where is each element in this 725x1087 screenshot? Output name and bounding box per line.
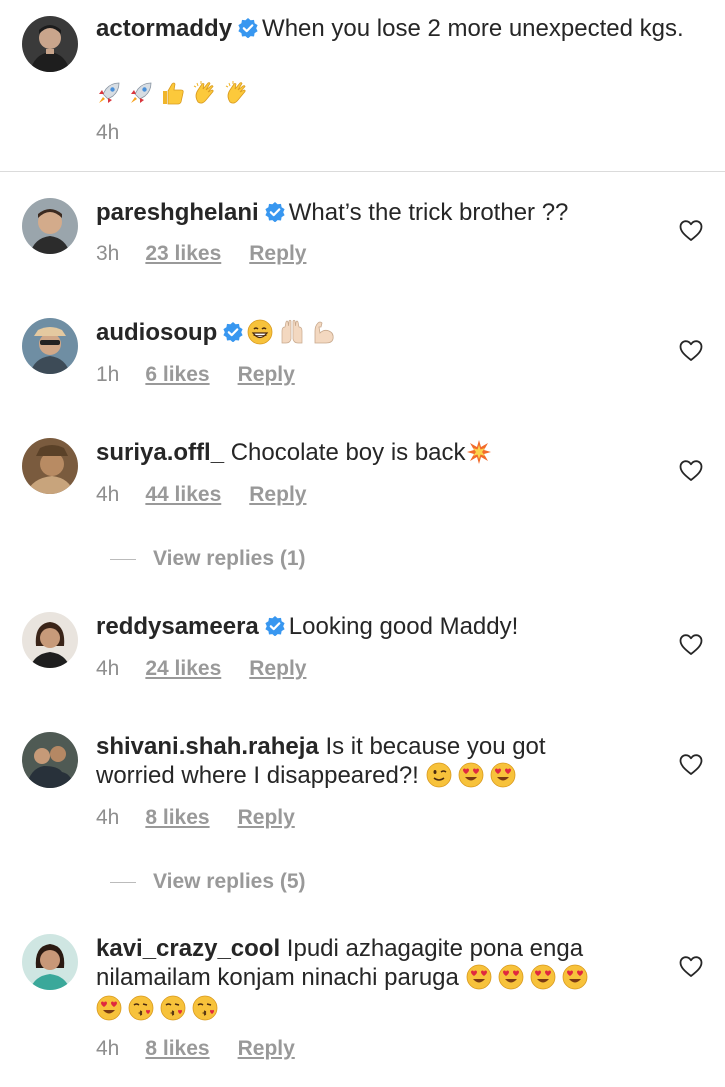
- heart-eyes-icon: [96, 995, 122, 1021]
- heart-eyes-icon: [490, 762, 516, 788]
- comment-username[interactable]: suriya.offl_: [96, 439, 224, 466]
- reply-button[interactable]: Reply: [249, 483, 306, 507]
- kissing-face-icon: [128, 995, 154, 1021]
- reply-button[interactable]: Reply: [238, 1037, 295, 1061]
- comment-meta: 4h 24 likes Reply: [96, 657, 306, 681]
- avatar[interactable]: [22, 16, 78, 72]
- view-replies-line: [110, 881, 136, 883]
- avatar[interactable]: [22, 198, 78, 254]
- comment-text-block: reddysameera Looking good Maddy!: [96, 612, 666, 641]
- clapping-hands-icon: [224, 80, 250, 106]
- comment-meta: 4h 8 likes Reply: [96, 806, 295, 830]
- view-replies-line: [110, 558, 136, 560]
- heart-eyes-icon: [458, 762, 484, 788]
- rocket-icon: [96, 80, 122, 106]
- clapping-hands-icon: [192, 80, 218, 106]
- like-heart-icon[interactable]: [679, 753, 703, 777]
- reply-button[interactable]: Reply: [238, 363, 295, 387]
- rocket-icon: [128, 80, 154, 106]
- caption-text: When you lose 2 more unexpected kgs.: [262, 15, 684, 42]
- thumbs-up-icon: [160, 80, 186, 106]
- comment-time: 4h: [96, 483, 120, 506]
- flexed-biceps-icon: [311, 319, 337, 345]
- like-heart-icon[interactable]: [679, 339, 703, 363]
- likes-link[interactable]: 23 likes: [145, 242, 221, 266]
- kissing-face-icon: [160, 995, 186, 1021]
- reply-button[interactable]: Reply: [238, 806, 295, 830]
- heart-eyes-icon: [466, 964, 492, 990]
- caption-username[interactable]: actormaddy: [96, 15, 232, 42]
- comment-username[interactable]: kavi_crazy_cool: [96, 935, 280, 962]
- view-replies-button[interactable]: View replies (5): [110, 870, 306, 894]
- raising-hands-icon: [279, 319, 305, 345]
- comment-time: 4h: [96, 657, 120, 680]
- comment-meta: 4h 8 likes Reply: [96, 1037, 295, 1061]
- like-heart-icon[interactable]: [679, 955, 703, 979]
- reply-button[interactable]: Reply: [249, 657, 306, 681]
- comment-time: 4h: [96, 806, 120, 829]
- likes-link[interactable]: 24 likes: [145, 657, 221, 681]
- comment-text: Looking good Maddy!: [288, 613, 519, 640]
- likes-link[interactable]: 6 likes: [145, 363, 209, 387]
- comment-text-block: audiosoup: [96, 318, 666, 347]
- comment-emoji-line: [96, 995, 224, 1021]
- heart-eyes-icon: [530, 964, 556, 990]
- comment-username[interactable]: shivani.shah.raheja: [96, 733, 319, 760]
- comment-text-block: suriya.offl_ Chocolate boy is back: [96, 438, 666, 467]
- comment-time: 4h: [96, 1037, 120, 1060]
- grinning-face-icon: [247, 319, 273, 345]
- collision-icon: [466, 439, 492, 465]
- comment-meta: 1h 6 likes Reply: [96, 363, 295, 387]
- likes-link[interactable]: 8 likes: [145, 806, 209, 830]
- avatar[interactable]: [22, 732, 78, 788]
- caption-time: 4h: [96, 121, 120, 144]
- comment-username[interactable]: reddysameera: [96, 613, 259, 640]
- comment-meta: 4h 44 likes Reply: [96, 483, 306, 507]
- verified-badge-icon: [265, 616, 285, 636]
- avatar[interactable]: [22, 934, 78, 990]
- caption: actormaddy When you lose 2 more unexpecte…: [0, 0, 725, 171]
- heart-eyes-icon: [562, 964, 588, 990]
- like-heart-icon[interactable]: [679, 459, 703, 483]
- like-heart-icon[interactable]: [679, 219, 703, 243]
- kissing-face-icon: [192, 995, 218, 1021]
- caption-emojis: [96, 80, 256, 106]
- comment-username[interactable]: audiosoup: [96, 319, 217, 346]
- view-replies-label: View replies (1): [153, 547, 306, 570]
- winking-face-icon: [426, 762, 452, 788]
- avatar[interactable]: [22, 438, 78, 494]
- comment-text: Chocolate boy is back: [230, 439, 466, 466]
- comment-username[interactable]: pareshghelani: [96, 199, 259, 226]
- verified-badge-icon: [223, 322, 243, 342]
- comment-text-block: kavi_crazy_cool Ipudi azhagagite pona en…: [96, 934, 656, 992]
- likes-link[interactable]: 8 likes: [145, 1037, 209, 1061]
- avatar[interactable]: [22, 612, 78, 668]
- likes-link[interactable]: 44 likes: [145, 483, 221, 507]
- comment-text-block: shivani.shah.raheja Is it because you go…: [96, 732, 596, 790]
- view-replies-label: View replies (5): [153, 870, 306, 893]
- comment-text: What’s the trick brother ??: [288, 199, 569, 226]
- comment-meta: 3h 23 likes Reply: [96, 242, 306, 266]
- avatar[interactable]: [22, 318, 78, 374]
- comment-time: 3h: [96, 242, 120, 265]
- verified-badge-icon: [238, 18, 258, 38]
- comment-text-block: pareshghelani What’s the trick brother ??: [96, 198, 666, 227]
- like-heart-icon[interactable]: [679, 633, 703, 657]
- heart-eyes-icon: [498, 964, 524, 990]
- comment-time: 1h: [96, 363, 120, 386]
- reply-button[interactable]: Reply: [249, 242, 306, 266]
- verified-badge-icon: [265, 202, 285, 222]
- view-replies-button[interactable]: View replies (1): [110, 547, 306, 571]
- caption-text-block: actormaddy When you lose 2 more unexpecte…: [96, 14, 706, 43]
- divider: [0, 171, 725, 172]
